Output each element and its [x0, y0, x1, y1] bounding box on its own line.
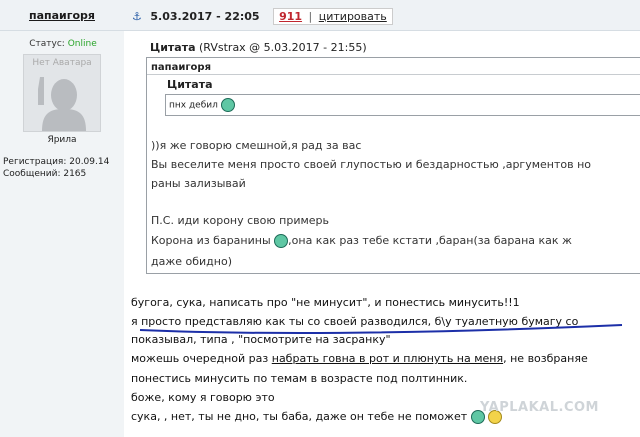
quote-title: Цитата — [150, 41, 196, 54]
author-rank: Ярила — [47, 135, 77, 145]
inner-quote-text: пнх дебил — [169, 98, 235, 112]
post-line: показывал, типа , "посмотрите на засранк… — [131, 333, 391, 346]
quote-user: папаигоря — [151, 62, 211, 73]
actions-separator: | — [308, 10, 313, 23]
post-line: можешь очередной раз набрать говна в рот… — [131, 352, 588, 365]
quote-line-part: Корона из баранины — [151, 234, 271, 247]
post-actions: 911 | цитировать — [273, 8, 393, 25]
post-line-part: сука, , нет, ты не дно, ты баба, даже он… — [131, 410, 468, 423]
quote-line: Вы веселите меня просто своей глупостью … — [151, 158, 592, 171]
post-line: сука, , нет, ты не дно, ты баба, даже он… — [131, 410, 503, 424]
author-status: Статус: Online — [4, 39, 122, 49]
quote-button[interactable]: цитировать — [319, 10, 387, 23]
smiley-icon — [220, 98, 235, 112]
avatar: Нет Аватара — [23, 54, 101, 132]
quote-block: папаигоря Цитата пнх дебил ))я же говорю… — [146, 57, 640, 274]
smiley-icon — [274, 234, 289, 248]
post-line-underlined: набрать говна в рот и плюнуть на меня — [271, 352, 504, 365]
post-line: боже, кому я говорю это — [131, 391, 275, 404]
quote-line: П.С. иди корону свою примерь — [151, 214, 329, 227]
site-watermark: YAPLAKAL.COM — [480, 400, 599, 415]
post-line: понестись минусить по темам в возрасте п… — [131, 372, 468, 385]
post-line-part: можешь очередной раз — [131, 352, 272, 365]
quote-divider — [147, 74, 640, 75]
post-line: бугога, сука, написать про "не минусит",… — [131, 296, 520, 309]
author-username[interactable]: папаигоря — [0, 9, 124, 22]
anchor-icon[interactable]: ⚓ — [132, 10, 142, 23]
post-date: 5.03.2017 - 22:05 — [150, 10, 260, 23]
quote-attribution: (RVstrax @ 5.03.2017 - 21:55) — [199, 41, 367, 54]
quote-line: раны зализывай — [151, 177, 246, 190]
inner-quote-block: пнх дебил — [165, 94, 640, 116]
author-messages: Сообщений: 2165 — [3, 169, 87, 179]
post-rating[interactable]: 911 — [279, 10, 302, 23]
inner-quote-title: Цитата — [167, 78, 213, 91]
quote-heading: Цитата (RVstrax @ 5.03.2017 - 21:55) — [150, 41, 367, 54]
quote-line-part: ,она как раз тебе кстати ,баран(за баран… — [288, 234, 572, 247]
inner-quote-content: пнх дебил — [169, 100, 218, 111]
quote-line: даже обидно) — [151, 255, 233, 268]
status-online: Online — [67, 39, 97, 49]
quote-line: ))я же говорю смешной,я рад за вас — [151, 139, 362, 152]
post-line: я просто представляю как ты со своей раз… — [131, 315, 579, 328]
avatar-silhouette-icon — [38, 77, 86, 131]
author-registration: Регистрация: 20.09.14 — [3, 157, 110, 167]
post-line-part: , не возбраняе — [503, 352, 588, 365]
quote-line-crown: Корона из баранины ,она как раз тебе кст… — [151, 234, 572, 248]
status-label: Статус: — [29, 39, 65, 49]
post-meta: ⚓ 5.03.2017 - 22:05 911 | цитировать — [132, 8, 393, 25]
